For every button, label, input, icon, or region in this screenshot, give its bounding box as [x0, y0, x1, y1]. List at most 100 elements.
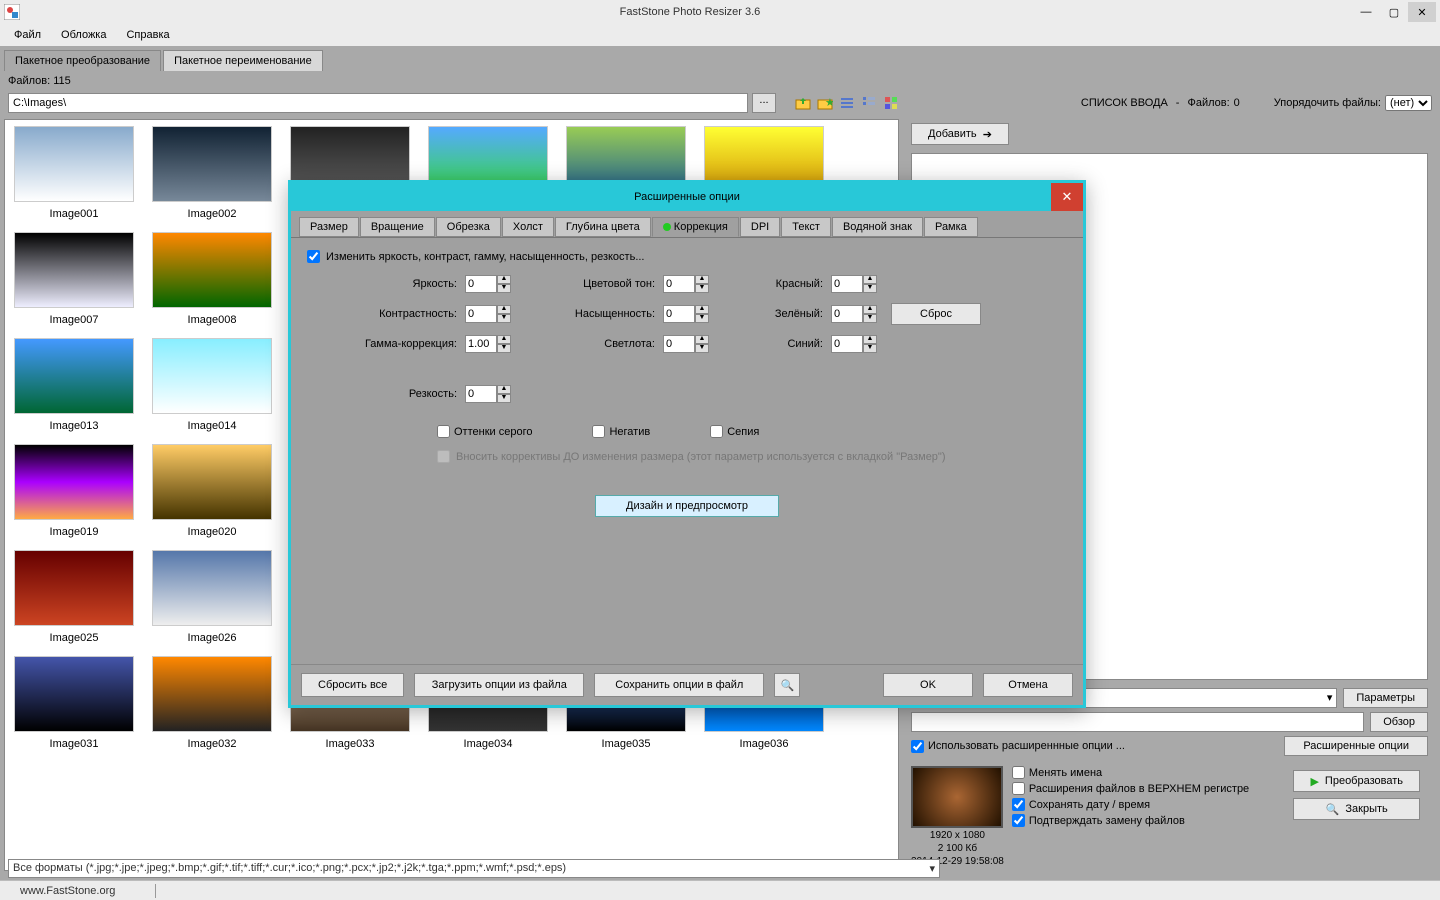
negative-check[interactable]: Негатив [592, 425, 650, 438]
thumbnail-label: Image034 [464, 738, 513, 750]
dtab-depth[interactable]: Глубина цвета [555, 217, 651, 237]
thumbnail-item[interactable]: Image020 [149, 444, 275, 538]
thumbnail-image [14, 444, 134, 520]
menu-help[interactable]: Справка [118, 27, 177, 43]
dialog-tab-bar: Размер Вращение Обрезка Холст Глубина цв… [291, 211, 1083, 238]
folder-new-icon[interactable]: ★ [816, 94, 834, 112]
thumbnail-image [14, 550, 134, 626]
close-button[interactable]: ✕ [1408, 2, 1436, 22]
tab-batch-rename[interactable]: Пакетное переименование [163, 50, 323, 71]
thumbnail-label: Image036 [740, 738, 789, 750]
thumbnail-item[interactable]: Image002 [149, 126, 275, 220]
view-thumbs-icon[interactable] [882, 94, 900, 112]
brightness-input[interactable]: ▲▼ [465, 275, 511, 293]
status-bar: www.FastStone.org [0, 880, 1440, 900]
main-tab-bar: Пакетное преобразование Пакетное переиме… [0, 46, 1440, 71]
dtab-dpi[interactable]: DPI [740, 217, 780, 237]
output-folder-input[interactable] [911, 712, 1364, 732]
hue-input[interactable]: ▲▼ [663, 275, 709, 293]
confirm-overwrite-check[interactable]: Подтверждать замену файлов [1012, 814, 1278, 827]
cancel-button[interactable]: Отмена [983, 673, 1073, 697]
thumbnail-image [152, 126, 272, 202]
thumbnail-item[interactable]: Image026 [149, 550, 275, 644]
thumbnail-item[interactable]: Image019 [11, 444, 137, 538]
title-bar: FastStone Photo Resizer 3.6 — ▢ ✕ [0, 0, 1440, 24]
dtab-watermark[interactable]: Водяной знак [832, 217, 923, 237]
dtab-size[interactable]: Размер [299, 217, 359, 237]
browse-button[interactable]: ... [752, 93, 776, 113]
ok-button[interactable]: OK [883, 673, 973, 697]
add-button[interactable]: Добавить ➔ [911, 123, 1009, 145]
magnifier-button[interactable]: 🔍 [774, 673, 800, 697]
reset-button[interactable]: Сброс [891, 303, 981, 325]
folder-up-icon[interactable] [794, 94, 812, 112]
thumbnail-label: Image013 [50, 420, 99, 432]
thumbnail-item[interactable]: Image001 [11, 126, 137, 220]
thumbnail-label: Image020 [188, 526, 237, 538]
reset-all-button[interactable]: Сбросить все [301, 673, 404, 697]
convert-button[interactable]: ▶Преобразовать [1293, 770, 1420, 792]
thumbnail-item[interactable]: Image013 [11, 338, 137, 432]
rename-check[interactable]: Менять имена [1012, 766, 1278, 779]
format-settings-button[interactable]: Параметры [1343, 688, 1428, 708]
thumbnail-item[interactable]: Image014 [149, 338, 275, 432]
maximize-button[interactable]: ▢ [1380, 2, 1408, 22]
dtab-crop[interactable]: Обрезка [436, 217, 501, 237]
contrast-input[interactable]: ▲▼ [465, 305, 511, 323]
advanced-options-check[interactable]: Использовать расширеннные опции ... [911, 740, 1278, 753]
green-input[interactable]: ▲▼ [831, 305, 877, 323]
thumbnail-label: Image032 [188, 738, 237, 750]
thumbnail-item[interactable]: Image007 [11, 232, 137, 326]
thumbnail-label: Image019 [50, 526, 99, 538]
blue-input[interactable]: ▲▼ [831, 335, 877, 353]
enable-correction-check[interactable]: Изменить яркость, контраст, гамму, насыщ… [307, 250, 1067, 263]
file-filter-dropdown[interactable]: Все форматы (*.jpg;*.jpe;*.jpeg;*.bmp;*.… [8, 859, 940, 878]
dtab-rotate[interactable]: Вращение [360, 217, 435, 237]
dialog-close-button[interactable]: ✕ [1051, 183, 1083, 211]
active-dot-icon [663, 223, 671, 231]
save-options-button[interactable]: Сохранить опции в файл [594, 673, 764, 697]
gamma-input[interactable]: ▲▼ [465, 335, 511, 353]
files-count-label: Файлов: 115 [0, 71, 1440, 91]
design-preview-button[interactable]: Дизайн и предпросмотр [595, 495, 779, 517]
dtab-border[interactable]: Рамка [924, 217, 978, 237]
advanced-options-button[interactable]: Расширенные опции [1284, 736, 1428, 756]
sort-select[interactable]: (нет) [1385, 95, 1432, 111]
dtab-text[interactable]: Текст [781, 217, 831, 237]
dtab-canvas[interactable]: Холст [502, 217, 554, 237]
lightness-input[interactable]: ▲▼ [663, 335, 709, 353]
input-list-title: СПИСОК ВВОДА [1081, 97, 1168, 109]
thumbnail-item[interactable]: Image025 [11, 550, 137, 644]
load-options-button[interactable]: Загрузить опции из файла [414, 673, 584, 697]
thumbnail-label: Image007 [50, 314, 99, 326]
thumbnail-item[interactable]: Image032 [149, 656, 275, 750]
thumbnail-label: Image031 [50, 738, 99, 750]
sharpness-input[interactable]: ▲▼ [465, 385, 511, 403]
status-url[interactable]: www.FastStone.org [20, 885, 115, 897]
dtab-correction[interactable]: Коррекция [652, 217, 739, 237]
view-details-icon[interactable] [860, 94, 878, 112]
red-input[interactable]: ▲▼ [831, 275, 877, 293]
saturation-input[interactable]: ▲▼ [663, 305, 709, 323]
minimize-button[interactable]: — [1352, 2, 1380, 22]
path-input[interactable] [8, 93, 748, 113]
thumbnail-image [14, 338, 134, 414]
close-app-button[interactable]: 🔍Закрыть [1293, 798, 1420, 820]
grayscale-check[interactable]: Оттенки серого [437, 425, 532, 438]
app-icon [4, 4, 20, 20]
thumbnail-image [14, 232, 134, 308]
thumbnail-item[interactable]: Image031 [11, 656, 137, 750]
tab-batch-convert[interactable]: Пакетное преобразование [4, 50, 161, 71]
uppercase-ext-check[interactable]: Расширения файлов в ВЕРХНЕМ регистре [1012, 782, 1278, 795]
keep-date-check[interactable]: Сохранять дату / время [1012, 798, 1278, 811]
sepia-check[interactable]: Сепия [710, 425, 759, 438]
dialog-title-bar: Расширенные опции ✕ [291, 183, 1083, 211]
menu-file[interactable]: Файл [6, 27, 49, 43]
thumbnail-label: Image001 [50, 208, 99, 220]
view-list-icon[interactable] [838, 94, 856, 112]
thumbnail-label: Image033 [326, 738, 375, 750]
menu-skin[interactable]: Обложка [53, 27, 114, 43]
thumbnail-item[interactable]: Image008 [149, 232, 275, 326]
preview-thumbnail[interactable] [911, 766, 1003, 828]
output-browse-button[interactable]: Обзор [1370, 712, 1428, 732]
